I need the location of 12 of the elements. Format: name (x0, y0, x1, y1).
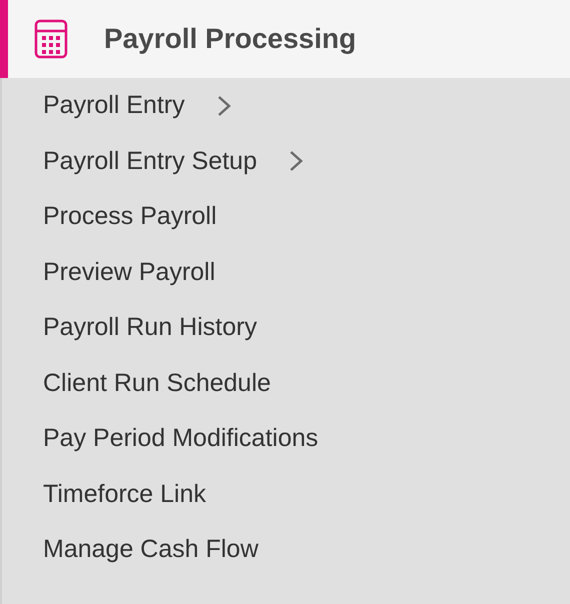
menu-item[interactable]: Payroll Run History (43, 309, 257, 346)
menu-item[interactable]: Timeforce Link (43, 476, 206, 513)
menu-item[interactable]: Process Payroll (43, 198, 217, 236)
section-title: Payroll Processing (104, 22, 356, 56)
calculator-icon (34, 19, 68, 59)
menu-item[interactable]: Payroll Entry Setup (43, 142, 257, 180)
menu-item[interactable]: Pay Period Modifications (43, 420, 318, 458)
menu-item[interactable]: Client Run Schedule (43, 364, 271, 402)
menu-item[interactable]: Preview Payroll (43, 254, 216, 291)
menu-item[interactable]: Manage Cash Flow (43, 531, 258, 568)
section-header[interactable]: Payroll Processing (0, 0, 570, 78)
menu-item[interactable]: Payroll Entry (43, 87, 185, 124)
